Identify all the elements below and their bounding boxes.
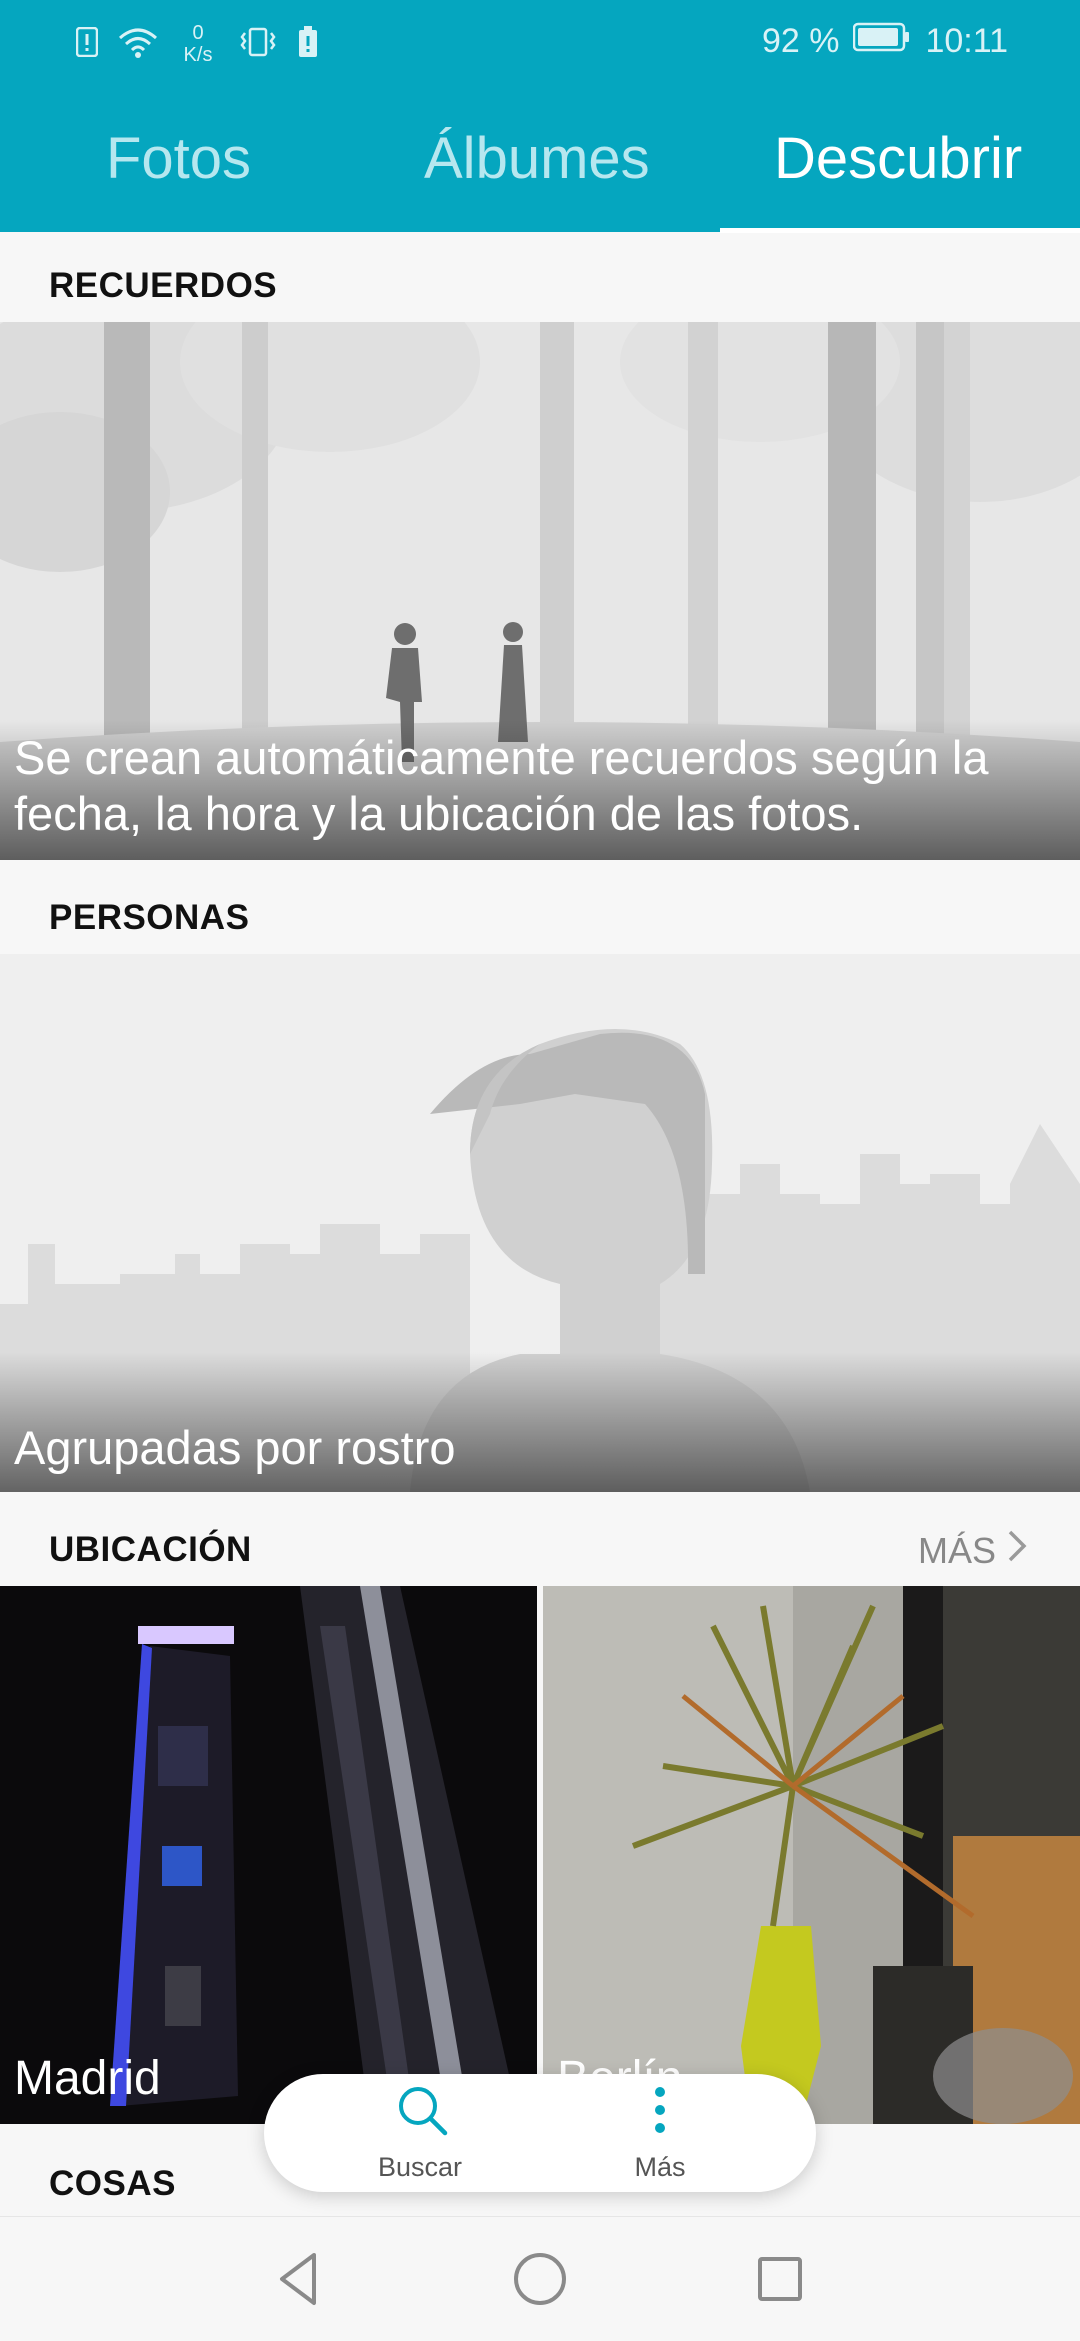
location-more-label: MÁS (917, 1529, 996, 1571)
section-title-location: UBICACIÓN (49, 1530, 252, 1569)
memories-caption: Se crean automáticamente recuerdos según… (14, 731, 989, 840)
madrid-image (0, 1586, 537, 2124)
people-caption: Agrupadas por rostro (14, 1421, 456, 1474)
section-title-people: PERSONAS (49, 898, 250, 937)
home-icon[interactable] (508, 2247, 572, 2311)
chevron-right-icon (1006, 1528, 1028, 1573)
more-label: Más (634, 2152, 686, 2182)
tab-bar: Fotos Álbumes Descubrir (0, 100, 1080, 233)
location-madrid-photo[interactable]: Madrid (0, 1586, 537, 2124)
app-header: 0 K/s 92 % 10:11 Fotos Álbumes Descubrir (0, 0, 1080, 233)
more-button[interactable]: Más (560, 2074, 760, 2192)
net-speed: 0 K/s (178, 22, 218, 66)
vibrate-icon (238, 27, 278, 62)
wifi-icon (118, 26, 158, 63)
search-button[interactable]: Buscar (320, 2074, 520, 2192)
location-berlin-photo[interactable]: Berlín (543, 1586, 1080, 2124)
system-navigation-bar (0, 2216, 1080, 2341)
tab-fotos[interactable]: Fotos (106, 125, 251, 192)
recents-icon[interactable] (748, 2247, 812, 2311)
active-tab-indicator (720, 228, 1080, 233)
tab-albumes[interactable]: Álbumes (424, 125, 650, 192)
back-icon[interactable] (268, 2247, 332, 2311)
location-more-link[interactable]: MÁS (918, 1528, 1028, 1573)
net-speed-value: 0 (192, 22, 204, 44)
people-card[interactable]: Agrupadas por rostro (0, 954, 1080, 1492)
section-title-memories: RECUERDOS (49, 266, 278, 305)
section-title-things: COSAS (49, 2164, 176, 2203)
search-label: Buscar (377, 2152, 463, 2182)
memories-card[interactable]: Se crean automáticamente recuerdos según… (0, 322, 1080, 860)
alert-icon (75, 26, 99, 62)
location-madrid-label: Madrid (14, 2052, 161, 2105)
battery-icon (853, 22, 911, 61)
status-bar: 0 K/s 92 % 10:11 (0, 0, 1080, 92)
clock: 10:11 (925, 22, 1008, 60)
search-icon (394, 2082, 450, 2143)
more-vertical-icon (650, 2082, 670, 2147)
berlin-image (543, 1586, 1080, 2124)
tab-descubrir[interactable]: Descubrir (774, 125, 1022, 192)
battery-saver-icon (298, 25, 318, 63)
net-speed-unit: K/s (183, 44, 213, 66)
floating-action-bar: Buscar Más (264, 2074, 816, 2192)
battery-percent: 92 % (761, 22, 840, 60)
